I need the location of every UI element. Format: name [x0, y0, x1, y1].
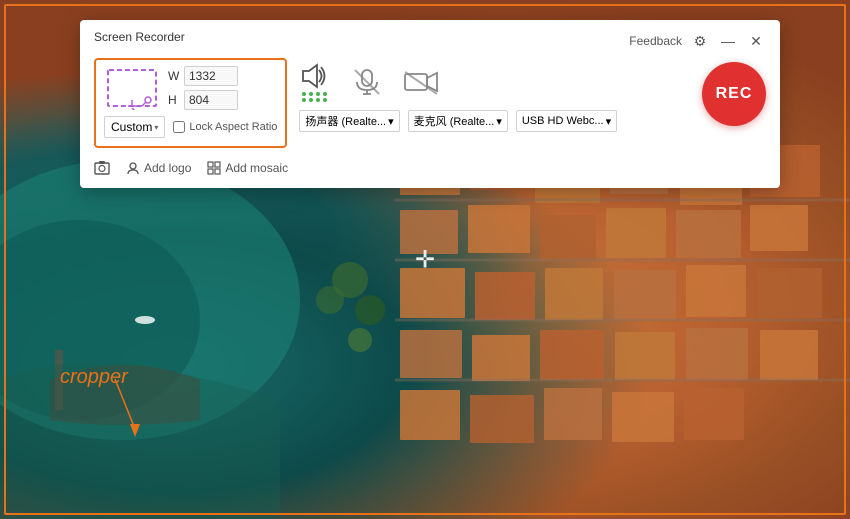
toolbar-panel: Screen Recorder Feedback ⚙ — ✕ [80, 20, 780, 188]
preset-label: Custom [111, 120, 152, 134]
mic-dropdown-label: 麦克风 (Realte... [414, 113, 495, 129]
speaker-icon [299, 62, 331, 90]
lock-ratio-control: Lock Aspect Ratio [173, 121, 277, 133]
camera-icon [403, 68, 439, 96]
close-button[interactable]: ✕ [746, 31, 766, 51]
rec-section: REC [702, 58, 766, 126]
width-row: W [168, 66, 238, 86]
toolbar-topbar: Screen Recorder Feedback ⚙ — ✕ [94, 30, 766, 52]
speaker-button[interactable] [299, 62, 331, 102]
av-icons-row [299, 58, 690, 102]
feedback-link[interactable]: Feedback [629, 34, 682, 48]
toolbar-bottom: Add logo Add mosaic [94, 156, 766, 176]
add-logo-label: Add logo [144, 161, 191, 175]
mic-icon [351, 66, 383, 98]
add-logo-button[interactable]: Add logo [126, 161, 191, 175]
mic-button[interactable] [351, 66, 383, 98]
speaker-dropdown-arrow: ▾ [388, 115, 394, 128]
width-input[interactable] [184, 66, 238, 86]
minimize-button[interactable]: — [718, 31, 738, 51]
add-logo-icon [126, 161, 140, 175]
region-section: W H Custom ▾ Lock Aspect Ratio [94, 58, 287, 148]
toolbar-body: W H Custom ▾ Lock Aspect Ratio [94, 58, 766, 148]
move-cursor-icon[interactable]: ✛ [415, 245, 435, 274]
camera-dropdown[interactable]: USB HD Webc... ▾ [516, 110, 617, 132]
topbar-controls: Feedback ⚙ — ✕ [629, 31, 766, 51]
app-title: Screen Recorder [94, 30, 185, 44]
dimension-inputs: W H [168, 66, 238, 110]
av-section: 扬声器 (Realte... ▾ 麦克风 (Realte... ▾ USB HD… [299, 58, 690, 132]
settings-icon[interactable]: ⚙ [690, 31, 710, 51]
speaker-dropdown[interactable]: 扬声器 (Realte... ▾ [299, 110, 399, 132]
mic-dropdown[interactable]: 麦克风 (Realte... ▾ [408, 110, 508, 132]
lock-ratio-checkbox[interactable] [173, 121, 185, 133]
camera-dropdown-label: USB HD Webc... [522, 115, 604, 127]
rec-button[interactable]: REC [702, 62, 766, 126]
region-top: W H [104, 66, 277, 110]
volume-indicator [302, 92, 328, 102]
height-input[interactable] [184, 90, 238, 110]
screenshot-icon [94, 160, 110, 176]
add-mosaic-button[interactable]: Add mosaic [207, 161, 288, 175]
lock-ratio-label: Lock Aspect Ratio [189, 121, 277, 133]
cropper-arrow [110, 379, 150, 439]
preset-dropdown-arrow: ▾ [154, 123, 158, 132]
region-bottom: Custom ▾ Lock Aspect Ratio [104, 116, 277, 138]
mic-dropdown-arrow: ▾ [496, 115, 502, 128]
height-row: H [168, 90, 238, 110]
width-label: W [168, 69, 180, 83]
camera-dropdown-arrow: ▾ [606, 115, 612, 128]
height-label: H [168, 93, 180, 107]
camera-button[interactable] [403, 68, 439, 96]
av-dropdowns-row: 扬声器 (Realte... ▾ 麦克风 (Realte... ▾ USB HD… [299, 110, 690, 132]
add-mosaic-label: Add mosaic [225, 161, 288, 175]
region-selector-icon [104, 66, 160, 110]
preset-dropdown[interactable]: Custom ▾ [104, 116, 165, 138]
screenshot-button[interactable] [94, 160, 110, 176]
add-mosaic-icon [207, 161, 221, 175]
speaker-dropdown-label: 扬声器 (Realte... [305, 113, 386, 129]
